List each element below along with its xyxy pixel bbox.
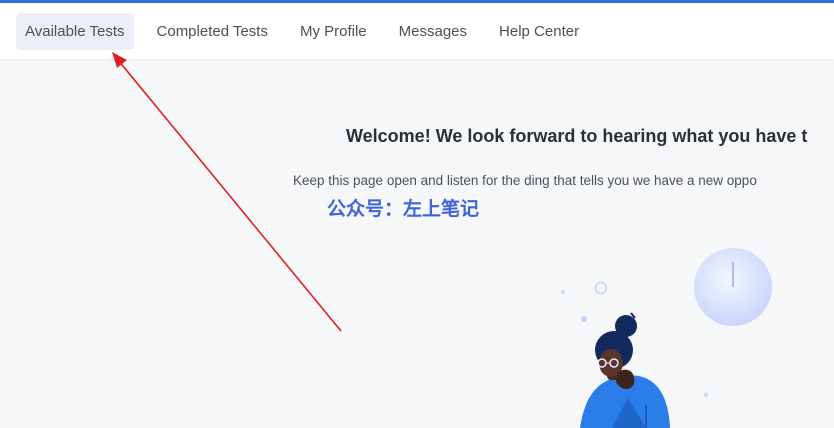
red-annotation-arrow xyxy=(112,52,342,332)
arrowhead-icon xyxy=(112,52,127,68)
